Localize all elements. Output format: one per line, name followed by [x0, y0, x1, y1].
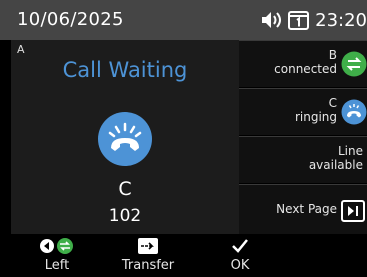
- softkey-ok[interactable]: OK: [220, 234, 260, 277]
- line-item-status: ringing: [294, 110, 337, 124]
- line-item-b[interactable]: B connected: [239, 40, 367, 87]
- line-list: B connected C ringing Line available Nex…: [239, 40, 367, 234]
- softkey-ok-icons: [220, 234, 260, 258]
- caller-name: C: [118, 178, 132, 200]
- date-label: 10/06/2025: [17, 9, 124, 30]
- line-key-1-icon: [288, 11, 310, 30]
- line-item-label: B connected: [274, 48, 337, 76]
- softkey-transfer-label: Transfer: [121, 258, 175, 273]
- left-connected-icon: [40, 238, 73, 254]
- status-icons: 23:20: [259, 8, 367, 32]
- softkey-left-label: Left: [44, 258, 70, 273]
- line-item-title: B: [328, 48, 337, 62]
- next-page-icon: [341, 200, 365, 222]
- caller-number: 102: [108, 206, 142, 226]
- softkey-left-icons: [29, 234, 85, 258]
- status-bar: 10/06/2025 23:20: [0, 0, 367, 40]
- line-item-title: Line: [337, 144, 363, 158]
- softkey-transfer[interactable]: Transfer: [118, 234, 178, 277]
- next-page-label: Next Page: [276, 202, 337, 216]
- call-state-label: Call Waiting: [62, 58, 188, 82]
- softkey-ok-label: OK: [230, 258, 250, 273]
- clock-label: 23:20: [315, 9, 367, 31]
- line-tag: A: [17, 43, 25, 56]
- active-call-panel[interactable]: A Call Waiting C 102: [11, 40, 239, 234]
- ringing-handset-icon: [98, 112, 152, 166]
- line-item-available[interactable]: Line available: [239, 136, 367, 183]
- softkey-bar: Left Transfer OK: [0, 234, 367, 277]
- line-item-status: connected: [274, 62, 337, 76]
- line-item-c[interactable]: C ringing: [239, 88, 367, 135]
- softkey-transfer-icons: [118, 234, 178, 258]
- line-item-title: C: [328, 96, 337, 110]
- ringing-handset-icon: [341, 99, 367, 125]
- line-item-status: available: [308, 158, 363, 172]
- line-item-label: C ringing: [295, 96, 337, 124]
- softkey-left[interactable]: Left: [29, 234, 85, 277]
- transfer-icon: [138, 238, 158, 254]
- speaker-icon: [262, 12, 282, 28]
- checkmark-icon: [232, 239, 248, 253]
- line-item-label: Line available: [309, 144, 363, 172]
- connected-transfer-icon: [341, 51, 367, 77]
- next-page-button[interactable]: Next Page: [239, 184, 367, 234]
